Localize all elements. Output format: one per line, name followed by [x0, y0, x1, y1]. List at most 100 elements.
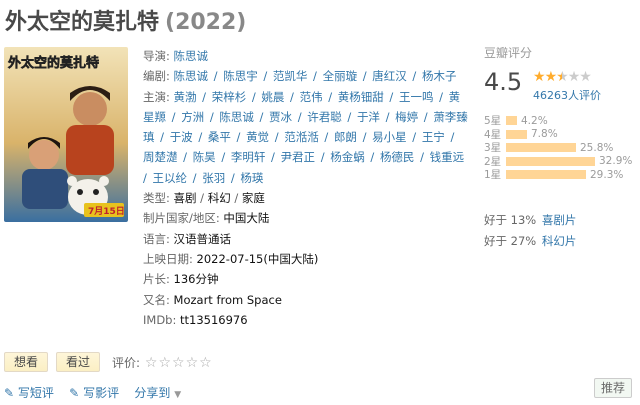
rating-count[interactable]: 46263人评价: [533, 87, 601, 103]
bottom-actions: ✎ 写短评 ✎ 写影评 分享到 ▼: [4, 384, 181, 401]
rating-bar-fill: [506, 170, 586, 180]
cast-link[interactable]: 郎朗: [334, 130, 357, 144]
separator: /: [294, 109, 306, 124]
rate-star-2[interactable]: ☆: [158, 355, 171, 371]
rating-bar-label: 1星: [484, 169, 502, 182]
genre-list: 喜剧 / 科幻 / 家庭: [174, 191, 265, 205]
recommend-button[interactable]: 推荐: [594, 378, 632, 398]
share-dropdown[interactable]: 分享到 ▼: [134, 386, 181, 400]
genre-row: 类型: 喜剧 / 科幻 / 家庭: [143, 188, 470, 208]
separator: /: [324, 89, 336, 104]
cast-link[interactable]: 张羽: [202, 171, 225, 185]
rating-bar-pct: 4.2%: [521, 114, 548, 127]
cast-link[interactable]: 许君聪: [307, 110, 342, 124]
rate-star-1[interactable]: ☆: [145, 355, 158, 371]
cast-link[interactable]: 尹君正: [281, 150, 316, 164]
writer-link[interactable]: 陈思宇: [223, 69, 258, 83]
poster-release-text: 7月15日: [88, 206, 125, 217]
cast-link[interactable]: 杨德民: [380, 150, 415, 164]
cast-link[interactable]: 王一鸣: [399, 90, 434, 104]
rate-star-3[interactable]: ☆: [172, 355, 185, 371]
cast-link[interactable]: 范伟: [300, 90, 323, 104]
release-row: 上映日期: 2022-07-15(中国大陆): [143, 249, 470, 269]
cast-link[interactable]: 王以纶: [153, 171, 188, 185]
separator: /: [408, 69, 420, 84]
language-value: 汉语普通话: [173, 231, 232, 246]
rating-bar-fill: [506, 156, 595, 166]
rating-stars: ★★★★★: [533, 69, 592, 85]
write-review-link[interactable]: ✎ 写短评: [4, 386, 54, 400]
cast-link[interactable]: 易小星: [372, 130, 407, 144]
cast-link[interactable]: 贾冰: [269, 110, 292, 124]
separator: /: [381, 109, 394, 124]
better-than-category-link[interactable]: 科幻片: [542, 234, 577, 248]
cast-link[interactable]: 陈思诚: [219, 110, 254, 124]
writer-link[interactable]: 唐红汉: [372, 69, 407, 83]
better-than: 好于 13% 喜剧片 好于 27% 科幻片: [484, 210, 576, 252]
page-title: 外太空的莫扎特 (2022): [5, 4, 246, 36]
writer-link[interactable]: 杨木子: [422, 69, 457, 83]
cast-link[interactable]: 荣梓杉: [212, 90, 247, 104]
separator: /: [267, 150, 279, 165]
cast-link[interactable]: 于洋: [357, 110, 380, 124]
cast-link[interactable]: 杨金蜗: [330, 150, 365, 164]
country-row: 制片国家/地区: 中国大陆: [143, 208, 470, 228]
cast-link[interactable]: 杨瑛: [240, 171, 263, 185]
separator: /: [343, 109, 355, 124]
cast-link[interactable]: 王宁: [422, 130, 445, 144]
writer-link[interactable]: 陈思诚: [174, 69, 209, 83]
cast-link[interactable]: 黄杨钿甜: [338, 90, 384, 104]
write-long-review-link[interactable]: ✎ 写影评: [69, 386, 119, 400]
rating-bar-row: 4星 7.8%: [484, 128, 634, 142]
rate-star-5[interactable]: ☆: [199, 355, 212, 371]
writer-link[interactable]: 全丽璇: [323, 69, 358, 83]
separator: /: [179, 150, 191, 165]
cast-link[interactable]: 范湉湉: [284, 130, 319, 144]
rating-bar-row: 3星 25.8%: [484, 141, 634, 155]
rating-bar-pct: 25.8%: [580, 141, 614, 154]
cast-link[interactable]: 钱重远: [430, 150, 465, 164]
cast-link[interactable]: 于波: [170, 130, 193, 144]
separator: /: [320, 130, 332, 145]
rate-widget: 评价: ☆☆☆☆☆: [112, 354, 212, 371]
rate-star-4[interactable]: ☆: [186, 355, 199, 371]
cast-list: 黄渤 / 荣梓杉 / 姚晨 / 范伟 / 黄杨钿甜 / 王一鸣 / 黄星羱 / …: [143, 90, 468, 185]
director-link[interactable]: 陈思诚: [174, 49, 209, 63]
separator: /: [210, 69, 222, 84]
writer-link[interactable]: 范凯华: [273, 69, 308, 83]
writers-row: 编剧: 陈思诚 / 陈思宇 / 范凯华 / 全丽璇 / 唐红汉 / 杨木子: [143, 66, 470, 86]
genre-value: 科幻: [207, 191, 231, 206]
writers-list: 陈思诚 / 陈思宇 / 范凯华 / 全丽璇 / 唐红汉 / 杨木子: [174, 69, 457, 83]
cast-link[interactable]: 方洲: [181, 110, 204, 124]
better-than-category-link[interactable]: 喜剧片: [542, 213, 577, 227]
cast-link[interactable]: 桑平: [208, 130, 231, 144]
runtime-row: 片长: 136分钟: [143, 269, 470, 289]
cast-link[interactable]: 梅婷: [395, 110, 418, 124]
separator: /: [359, 69, 371, 84]
cast-link[interactable]: 黄觉: [246, 130, 269, 144]
runtime-label: 片长:: [143, 272, 170, 287]
cast-link[interactable]: 周楚濋: [143, 150, 178, 164]
cast-link[interactable]: 李明轩: [231, 150, 266, 164]
rating-bar-pct: 32.9%: [599, 155, 633, 168]
star-icon: ★: [556, 69, 569, 85]
separator: /: [446, 130, 455, 145]
director-row: 导演: 陈思诚: [143, 46, 470, 66]
better-than-prefix: 好于: [484, 213, 511, 227]
separator: /: [189, 170, 201, 185]
better-than-prefix: 好于: [484, 234, 511, 248]
cast-link[interactable]: 姚晨: [261, 90, 284, 104]
rating-bar-row: 5星 4.2%: [484, 114, 634, 128]
cast-link[interactable]: 陈昊: [193, 150, 216, 164]
separator: /: [194, 130, 206, 145]
separator: /: [230, 191, 242, 206]
cast-link[interactable]: 黄渤: [174, 90, 197, 104]
aka-label: 又名:: [143, 292, 170, 307]
writers-label: 编剧:: [143, 69, 170, 84]
watched-button[interactable]: 看过: [56, 352, 101, 372]
rating-bar-row: 2星 32.9%: [484, 155, 634, 169]
movie-poster[interactable]: 外太空的莫扎特 7月15日: [4, 47, 128, 222]
imdb-row: IMDb: tt13516976: [143, 310, 470, 330]
separator: /: [358, 130, 371, 145]
want-to-watch-button[interactable]: 想看: [4, 352, 49, 372]
